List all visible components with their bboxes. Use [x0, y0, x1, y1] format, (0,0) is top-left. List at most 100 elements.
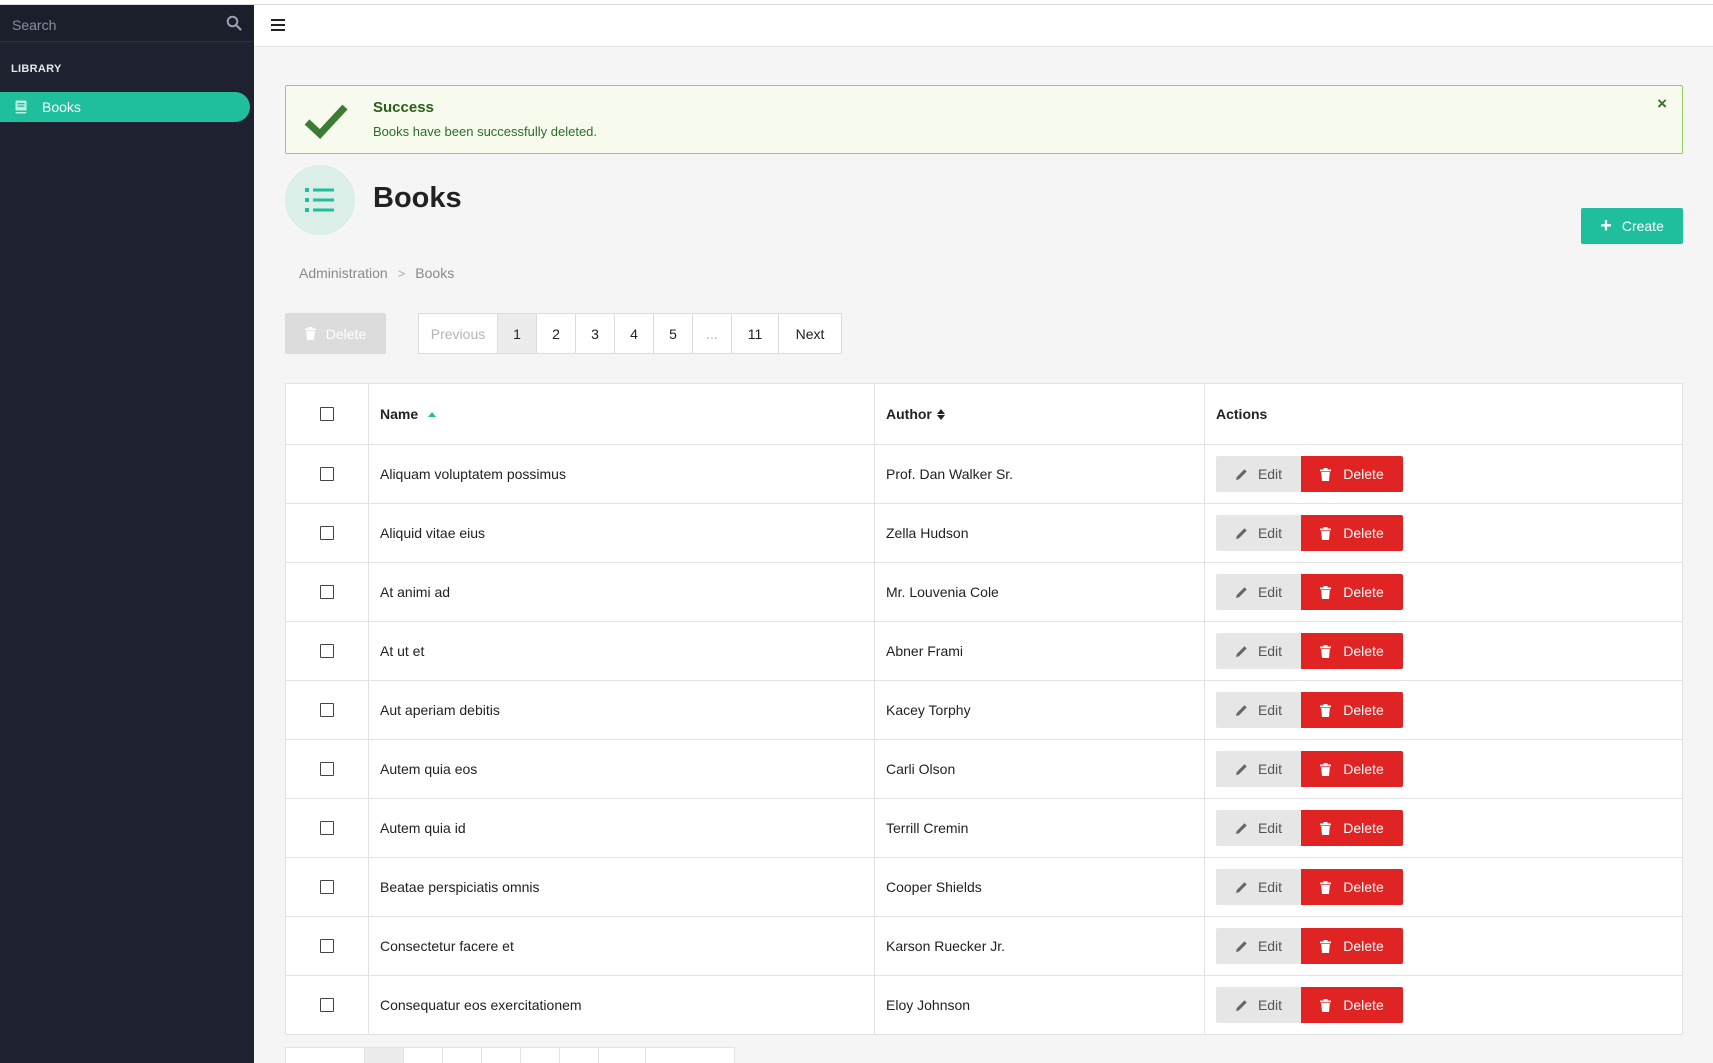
column-header-actions: Actions — [1216, 406, 1268, 422]
book-author: Terrill Cremin — [875, 799, 1205, 857]
table-row: Aliquam voluptatem possimus Prof. Dan Wa… — [286, 445, 1682, 504]
delete-button-label: Delete — [1343, 466, 1384, 482]
edit-button[interactable]: Edit — [1216, 987, 1301, 1023]
row-checkbox[interactable] — [320, 703, 334, 717]
delete-button[interactable]: Delete — [1301, 987, 1403, 1023]
sidebar-item-label: Books — [42, 99, 81, 115]
trash-icon — [1320, 467, 1332, 481]
pagination-page-3[interactable]: 3 — [576, 314, 615, 353]
menu-toggle-icon[interactable] — [271, 19, 285, 31]
edit-button[interactable]: Edit — [1216, 928, 1301, 964]
edit-button[interactable]: Edit — [1216, 810, 1301, 846]
page-title: Books — [373, 182, 462, 214]
pencil-icon — [1235, 645, 1247, 657]
row-checkbox[interactable] — [320, 998, 334, 1012]
edit-button[interactable]: Edit — [1216, 456, 1301, 492]
row-checkbox[interactable] — [320, 762, 334, 776]
delete-button[interactable]: Delete — [1301, 928, 1403, 964]
list-icon — [285, 165, 355, 235]
breadcrumb: Administration > Books — [299, 265, 454, 281]
column-header-name[interactable]: Name — [369, 384, 875, 444]
row-checkbox[interactable] — [320, 880, 334, 894]
row-checkbox[interactable] — [320, 939, 334, 953]
pencil-icon — [1235, 940, 1247, 952]
book-name: Consectetur facere et — [369, 917, 875, 975]
select-all-checkbox[interactable] — [320, 407, 334, 421]
create-button[interactable]: + Create — [1581, 208, 1683, 244]
delete-button-label: Delete — [1343, 879, 1384, 895]
edit-button[interactable]: Edit — [1216, 633, 1301, 669]
pencil-icon — [1235, 763, 1247, 775]
pagination: Previous 1 2 3 4 5 ... 11 Next — [418, 313, 842, 354]
topbar — [254, 5, 1713, 47]
delete-button[interactable]: Delete — [1301, 633, 1403, 669]
bottom-pagination — [285, 1047, 735, 1063]
book-icon — [15, 100, 27, 114]
table-row: Beatae perspiciatis omnis Cooper Shields… — [286, 858, 1682, 917]
alert-close-icon[interactable]: × — [1657, 94, 1667, 114]
delete-button[interactable]: Delete — [1301, 751, 1403, 787]
edit-button-label: Edit — [1257, 702, 1283, 718]
trash-icon — [1320, 585, 1332, 599]
row-checkbox[interactable] — [320, 526, 334, 540]
sort-ascending-icon — [428, 411, 437, 417]
book-author: Zella Hudson — [875, 504, 1205, 562]
pencil-icon — [1235, 822, 1247, 834]
delete-button-label: Delete — [1343, 997, 1384, 1013]
edit-button[interactable]: Edit — [1216, 751, 1301, 787]
table-row: At animi ad Mr. Louvenia Cole Edit Delet… — [286, 563, 1682, 622]
delete-button[interactable]: Delete — [1301, 515, 1403, 551]
trash-icon — [1320, 880, 1332, 894]
create-button-label: Create — [1621, 218, 1664, 234]
table-row: Consequatur eos exercitationem Eloy John… — [286, 976, 1682, 1034]
book-name: At ut et — [369, 622, 875, 680]
trash-icon — [1320, 821, 1332, 835]
trash-icon — [1320, 644, 1332, 658]
table-row: Autem quia id Terrill Cremin Edit Delete — [286, 799, 1682, 858]
sidebar: LIBRARY Books — [0, 5, 254, 1063]
bulk-delete-button[interactable]: Delete — [285, 313, 386, 354]
pagination-page-2[interactable]: 2 — [537, 314, 576, 353]
pagination-page-4[interactable]: 4 — [615, 314, 654, 353]
book-name: Aliquid vitae eius — [369, 504, 875, 562]
sidebar-item-books[interactable]: Books — [0, 92, 250, 122]
row-checkbox[interactable] — [320, 585, 334, 599]
trash-icon — [1320, 703, 1332, 717]
table-header: Name Author Actions — [286, 384, 1682, 445]
book-name: Aliquam voluptatem possimus — [369, 445, 875, 503]
pagination-page-5[interactable]: 5 — [654, 314, 693, 353]
delete-button[interactable]: Delete — [1301, 692, 1403, 728]
bulk-delete-label: Delete — [325, 325, 367, 342]
pagination-page-11[interactable]: 11 — [732, 314, 779, 353]
search-input[interactable] — [10, 13, 214, 37]
pencil-icon — [1235, 999, 1247, 1011]
delete-button-label: Delete — [1343, 643, 1384, 659]
delete-button[interactable]: Delete — [1301, 869, 1403, 905]
row-checkbox[interactable] — [320, 467, 334, 481]
edit-button-label: Edit — [1257, 997, 1283, 1013]
edit-button[interactable]: Edit — [1216, 515, 1301, 551]
pagination-page-1[interactable]: 1 — [498, 314, 537, 353]
row-checkbox[interactable] — [320, 821, 334, 835]
edit-button-label: Edit — [1257, 879, 1283, 895]
delete-button[interactable]: Delete — [1301, 810, 1403, 846]
book-author: Karson Ruecker Jr. — [875, 917, 1205, 975]
edit-button-label: Edit — [1257, 466, 1283, 482]
edit-button[interactable]: Edit — [1216, 692, 1301, 728]
column-header-author[interactable]: Author — [875, 384, 1205, 444]
search-icon[interactable] — [226, 15, 242, 31]
edit-button-label: Edit — [1257, 525, 1283, 541]
edit-button[interactable]: Edit — [1216, 574, 1301, 610]
delete-button[interactable]: Delete — [1301, 456, 1403, 492]
book-author: Abner Frami — [875, 622, 1205, 680]
pagination-previous[interactable]: Previous — [419, 314, 498, 353]
row-checkbox[interactable] — [320, 644, 334, 658]
edit-button-label: Edit — [1257, 938, 1283, 954]
edit-button-label: Edit — [1257, 643, 1283, 659]
breadcrumb-administration[interactable]: Administration — [299, 265, 388, 281]
edit-button[interactable]: Edit — [1216, 869, 1301, 905]
delete-button-label: Delete — [1343, 761, 1384, 777]
trash-icon — [1320, 526, 1332, 540]
delete-button[interactable]: Delete — [1301, 574, 1403, 610]
pagination-next[interactable]: Next — [779, 314, 841, 353]
